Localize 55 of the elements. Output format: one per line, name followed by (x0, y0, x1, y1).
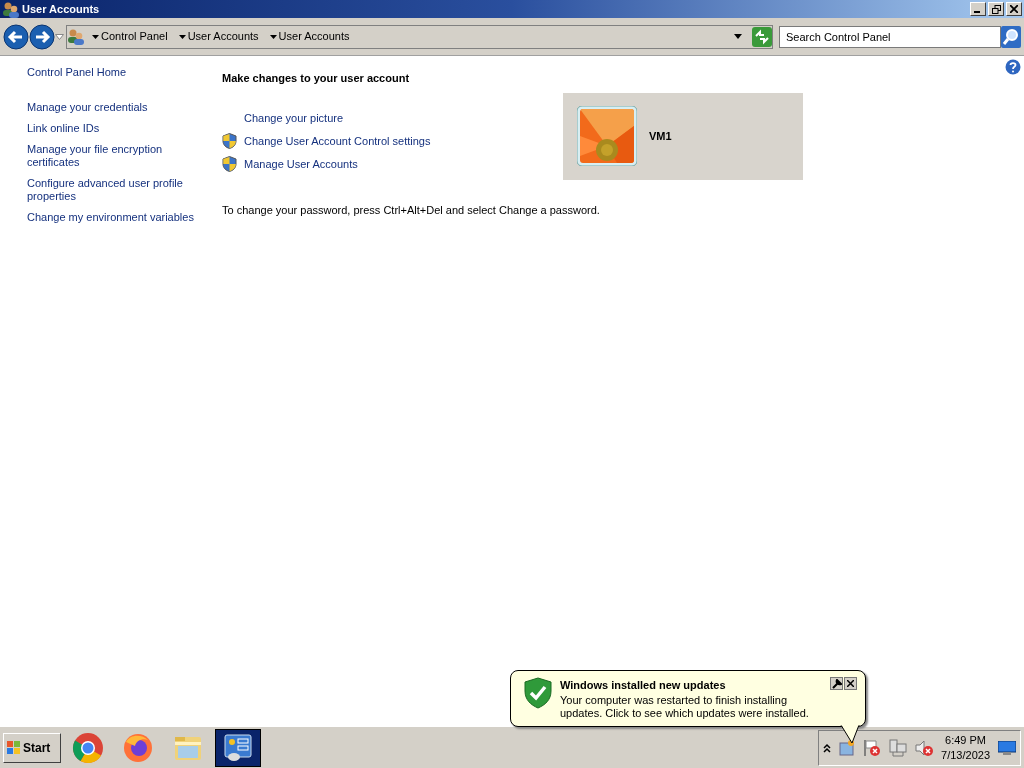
firefox-icon (122, 731, 154, 764)
notification-balloon[interactable]: Windows installed new updates Your computer was restarted to finish installing updates. Click to see which updates were installed. (510, 670, 866, 727)
start-button[interactable]: Start (3, 732, 61, 763)
forward-button[interactable] (29, 23, 55, 50)
close-icon (1010, 5, 1018, 13)
balloon-tail (840, 725, 860, 745)
task-link[interactable]: Change User Account Control settings (244, 132, 431, 150)
task-link[interactable]: Change your picture (244, 109, 344, 127)
breadcrumb-link[interactable]: User Accounts (187, 28, 259, 45)
caret-icon[interactable] (178, 34, 186, 39)
taskbar-button[interactable] (215, 728, 261, 767)
update-icon[interactable] (839, 739, 856, 756)
breadcrumb-link[interactable]: Control Panel (101, 28, 168, 45)
sidebar-link[interactable]: Manage your credentials (27, 101, 197, 114)
search-icon[interactable] (1001, 25, 1021, 48)
windows-logo-icon (7, 740, 21, 755)
section-heading: Make changes to your user account (222, 71, 411, 86)
password-hint: To change your password, press Ctrl+Alt+Del and select Change a password. (222, 202, 601, 218)
account-name: VM1 (649, 128, 672, 144)
sidebar-link[interactable]: Change my environment variables (27, 211, 197, 224)
flag-error-icon[interactable] (863, 738, 882, 757)
restore-icon (991, 4, 1001, 14)
users-icon (67, 27, 85, 46)
window-title: User Accounts (22, 1, 100, 17)
minimize-button[interactable] (970, 2, 986, 16)
breadcrumb-link[interactable]: User Accounts (278, 28, 350, 45)
close-icon (847, 680, 854, 687)
control-panel-icon (222, 731, 254, 764)
chrome-icon (72, 731, 104, 764)
sidebar-link[interactable]: Configure advanced user profile properties (27, 177, 197, 203)
dropdown-arrow-icon[interactable] (734, 34, 742, 39)
notification-title: Windows installed new updates (560, 678, 727, 693)
shield-check-icon (524, 677, 552, 709)
speaker-muted-icon[interactable] (915, 738, 934, 757)
sidebar-link[interactable]: Control Panel Home (27, 66, 197, 79)
wrench-icon (831, 678, 842, 689)
refresh-icon[interactable] (752, 26, 772, 47)
task-link[interactable]: Manage User Accounts (244, 155, 358, 173)
restore-button[interactable] (988, 2, 1004, 16)
clock-time: 6:49 PM (944, 732, 987, 748)
chevron-up-icon[interactable] (823, 742, 832, 753)
caret-icon[interactable] (269, 34, 277, 39)
address-bar[interactable]: Control Panel User Accounts User Accounts (66, 24, 773, 49)
close-button[interactable] (844, 677, 857, 690)
notification-text: Your computer was restarted to finish installing updates. Click to see which updates were installed. (560, 693, 810, 720)
search-field[interactable]: Search Control Panel (779, 25, 1001, 48)
help-icon[interactable] (1005, 59, 1021, 75)
users-icon (2, 0, 19, 18)
sidebar-link[interactable]: Manage your file encryption certificates (27, 143, 197, 169)
caret-icon[interactable] (92, 34, 99, 39)
back-button[interactable] (3, 23, 29, 50)
options-button[interactable] (830, 677, 843, 690)
sidebar-link[interactable]: Link online IDs (27, 122, 197, 135)
show-desktop-icon[interactable] (998, 740, 1016, 755)
clock-date: 7/13/2023 (941, 747, 990, 763)
